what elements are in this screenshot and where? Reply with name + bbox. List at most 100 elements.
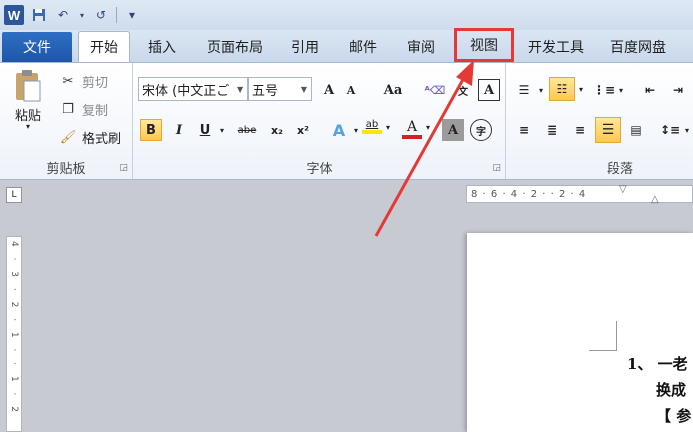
text-effects-dropdown-icon: ▾ [354,125,359,135]
grow-font-button[interactable]: A [318,79,340,101]
font-name-dropdown-icon: ▼ [236,84,244,94]
tab-home[interactable]: 开始 [78,31,130,62]
font-color-dropdown[interactable]: ▾ [426,123,430,132]
phonetic-guide-icon: 文 [458,86,468,98]
format-painter-button[interactable]: 🖌 格式刷 [58,127,121,147]
redo-icon[interactable]: ↺ [92,6,110,24]
superscript-button[interactable]: x² [292,119,314,141]
increase-indent-button[interactable]: ⇥ [667,79,689,101]
vertical-ruler-ticks: 4 · 3 · 2 · 1 · · 1 · 2 [9,241,19,416]
character-shading-button[interactable]: A [442,119,464,141]
tab-mailings[interactable]: 邮件 [334,32,392,62]
paste-icon [16,70,41,102]
font-group: 宋体 (中文正ご ▼ 五号 ▼ A A Aa ᴬ⌫ 文 A B I U ▾ abe… [134,63,506,179]
copy-button[interactable]: ❐ 复制 [58,99,108,119]
font-size-combo[interactable]: 五号 ▼ [248,77,312,101]
bullets-dropdown-icon: ▾ [539,85,544,95]
tab-selector[interactable]: L [6,187,22,203]
shrink-font-button[interactable]: A [340,79,362,101]
multilevel-list-icon: ⋮≡ [592,83,616,97]
character-border-button[interactable]: A [478,79,500,101]
toolbar-divider [116,7,117,23]
subscript-icon: x₂ [271,123,283,137]
clear-formatting-icon: ᴬ⌫ [424,83,446,97]
document-line-3[interactable]: 【 参 [656,405,691,426]
line-spacing-button[interactable]: ↕≡ ▾ [659,119,689,141]
tab-view[interactable]: 视图 [454,28,514,62]
italic-button[interactable]: I [168,119,190,141]
multilevel-list-button[interactable]: ⋮≡ ▾ [593,79,623,101]
ribbon-tabs: 文件 开始 插入 页面布局 引用 邮件 审阅 视图 开发工具 百度网盘 [0,28,693,62]
italic-icon: I [175,122,183,138]
tab-page-layout[interactable]: 页面布局 [194,32,276,62]
font-color-bar [402,135,422,139]
word-logo-icon[interactable]: W [4,5,24,25]
cut-button[interactable]: ✂ 剪切 [58,71,108,91]
tab-file[interactable]: 文件 [2,32,72,62]
document-page[interactable]: 1、 一老 换成 【 参 [467,233,693,432]
phonetic-guide-button[interactable]: 文 [452,79,474,101]
horizontal-ruler-ticks: 8 · 6 · 4 · 2 · · 2 · 4 [471,189,587,200]
tab-references[interactable]: 引用 [276,32,334,62]
decrease-indent-button[interactable]: ⇤ [639,79,661,101]
font-name-value: 宋体 (中文正ご [142,83,230,99]
align-left-button[interactable]: ≡ [513,119,535,141]
clipboard-group: 粘贴 ▾ ✂ 剪切 ❐ 复制 🖌 格式刷 剪贴板 ◲ [0,63,133,179]
customize-toolbar-icon[interactable]: ▾ [123,6,141,24]
font-color-button[interactable]: A [402,119,422,139]
tab-insert[interactable]: 插入 [130,32,194,62]
highlight-button[interactable]: ab [362,119,382,134]
save-icon[interactable] [30,6,48,24]
vertical-ruler[interactable]: 4 · 3 · 2 · 1 · · 1 · 2 [6,236,22,432]
distributed-icon: ▤ [630,123,642,137]
subscript-button[interactable]: x₂ [266,119,288,141]
numbering-button[interactable]: ☷ ▾ [549,77,583,101]
justify-button[interactable]: ☰ [595,117,621,143]
hanging-indent-icon[interactable]: △ [651,194,659,205]
character-shading-icon: A [442,119,464,141]
highlight-dropdown[interactable]: ▾ [386,123,390,132]
quick-access-toolbar: W ↶ ▾ ↺ ▾ [0,0,693,30]
format-painter-label: 格式刷 [82,131,122,147]
undo-dropdown-icon[interactable]: ▾ [78,6,86,24]
undo-icon[interactable]: ↶ [54,6,72,24]
tab-review[interactable]: 审阅 [392,32,450,62]
document-line-1[interactable]: 1、 一老 [627,353,688,374]
copy-icon: ❐ [62,101,74,117]
align-center-button[interactable]: ≣ [541,119,563,141]
underline-icon: U [199,122,211,138]
change-case-button[interactable]: Aa [378,79,408,101]
paragraph-group-label: 段落 [606,162,633,177]
paste-button[interactable]: 粘贴 ▾ [8,69,48,131]
horizontal-ruler[interactable]: 8 · 6 · 4 · 2 · · 2 · 4 ▽ △ [466,184,693,205]
increase-indent-icon: ⇥ [672,83,684,97]
enclose-characters-button[interactable]: 字 [470,119,492,141]
cut-label: 剪切 [82,75,109,91]
bold-button[interactable]: B [140,119,162,141]
clear-formatting-button[interactable]: ᴬ⌫ [424,79,446,101]
underline-button[interactable]: U ▾ [194,119,224,141]
text-effects-icon: A [332,120,346,140]
distributed-button[interactable]: ▤ [625,119,647,141]
character-border-icon: A [478,79,500,101]
font-launcher-icon[interactable]: ◲ [492,163,501,173]
document-line-2[interactable]: 换成 [656,379,686,400]
change-case-icon: Aa [383,82,403,98]
copy-label: 复制 [82,103,109,119]
tab-baidu-disk[interactable]: 百度网盘 [598,32,678,62]
numbering-icon: ☷ [549,77,575,101]
align-right-button[interactable]: ≡ [569,119,591,141]
align-left-icon: ≡ [518,123,530,137]
highlight-color-bar [362,130,382,134]
font-name-combo[interactable]: 宋体 (中文正ご ▼ [138,77,248,101]
tab-developer[interactable]: 开发工具 [514,32,598,62]
indent-marker-icon[interactable]: ▽ [619,184,627,195]
line-spacing-dropdown-icon: ▾ [685,125,690,135]
text-effects-button[interactable]: A ▾ [328,119,358,141]
clipboard-launcher-icon[interactable]: ◲ [119,163,128,173]
bullets-button[interactable]: ☰ ▾ [513,79,543,101]
clipboard-group-label: 剪贴板 [46,162,86,177]
strikethrough-button[interactable]: abe [234,119,260,141]
paintbrush-icon: 🖌 [59,129,77,145]
numbering-dropdown-icon: ▾ [579,84,584,94]
